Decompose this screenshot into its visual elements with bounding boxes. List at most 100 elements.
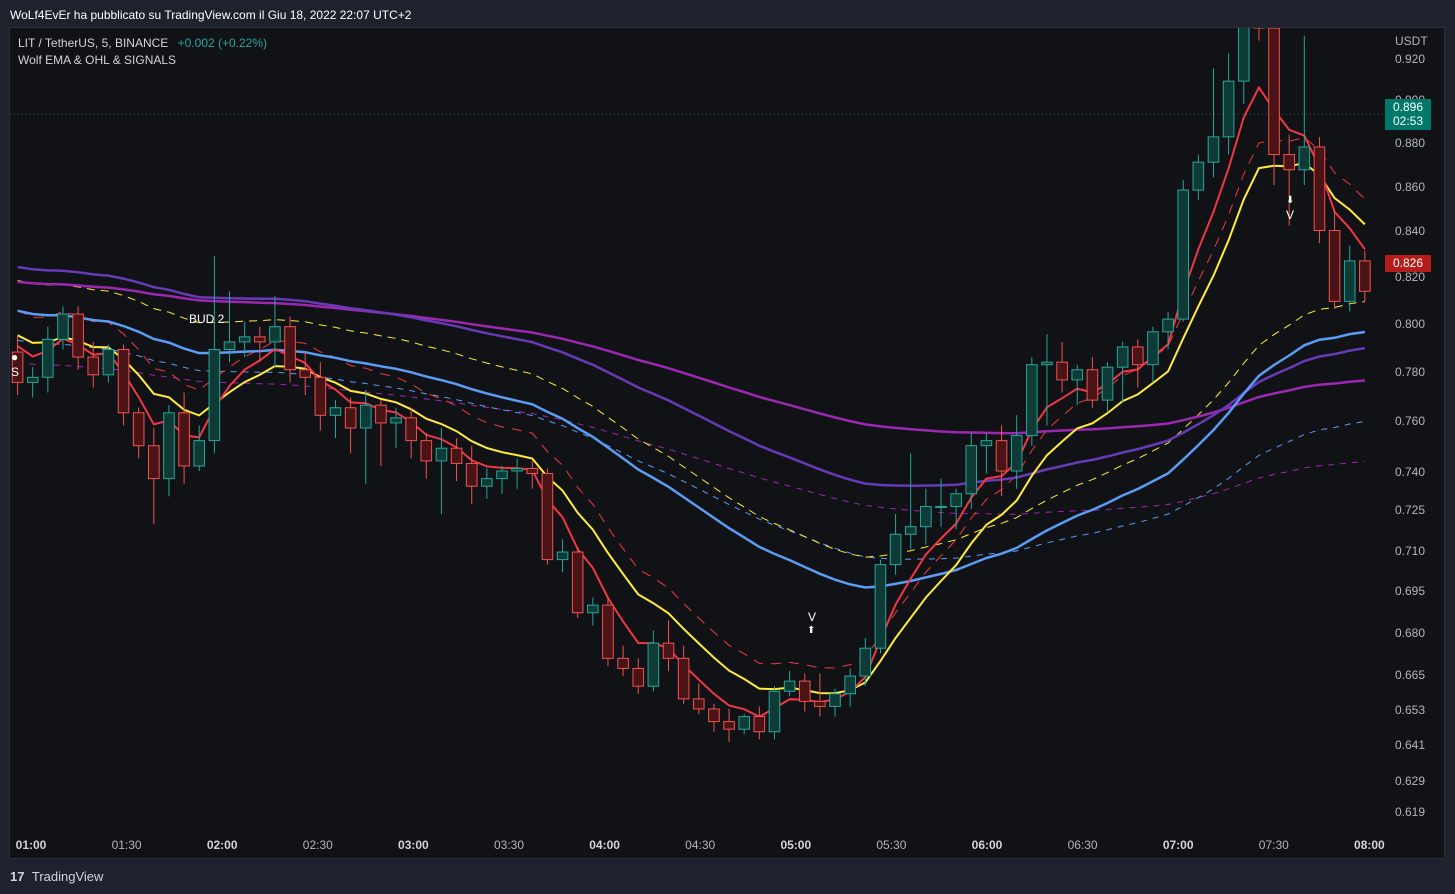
price-tick-label: 0.880 xyxy=(1395,136,1426,150)
footer-brand[interactable]: 17 TradingView xyxy=(10,869,103,884)
candle-body xyxy=(1359,260,1371,292)
price-tick-label: 0.725 xyxy=(1395,503,1426,517)
countdown-value: 02:53 xyxy=(1392,114,1424,128)
candle-body xyxy=(390,417,402,424)
candle-body xyxy=(632,667,645,687)
candle-body xyxy=(980,440,993,447)
candle-body xyxy=(738,716,750,730)
buy-signal-label: V xyxy=(808,610,817,624)
candle-body xyxy=(783,680,796,692)
candle-body xyxy=(1177,189,1190,320)
candle-body xyxy=(965,445,978,495)
price-tick-label: 0.800 xyxy=(1395,317,1426,331)
candle-body xyxy=(571,551,584,614)
candle-body xyxy=(1207,136,1220,163)
candle-body xyxy=(617,657,629,669)
candle-body xyxy=(253,336,266,343)
time-tick-label: 02:30 xyxy=(302,838,333,852)
red-price-badge: 0.826 xyxy=(1385,255,1431,272)
price-tick-label: 0.860 xyxy=(1395,180,1426,194)
candle-body xyxy=(874,564,887,649)
candle-body xyxy=(420,440,433,462)
time-tick-label: 05:00 xyxy=(780,838,812,852)
price-tick-label: 0.695 xyxy=(1395,584,1426,598)
candle-body xyxy=(1192,161,1205,191)
time-tick-label: 07:30 xyxy=(1258,838,1289,852)
time-tick-label: 03:00 xyxy=(398,838,429,852)
red-price-value: 0.826 xyxy=(1392,256,1424,270)
symbol-label[interactable]: LIT / TetherUS, 5, BINANCE xyxy=(18,36,168,50)
candle-body xyxy=(1041,361,1053,366)
candle-body xyxy=(163,412,175,480)
candle-body xyxy=(1101,366,1114,401)
candle-body xyxy=(1268,28,1280,156)
price-tick-label: 0.680 xyxy=(1395,626,1426,640)
price-tick-label: 0.760 xyxy=(1395,414,1426,428)
candle-body xyxy=(1313,146,1326,232)
candle-body xyxy=(299,369,311,378)
price-tick-label: 0.820 xyxy=(1395,270,1426,284)
candle-body xyxy=(1343,260,1356,302)
bud-label: BUD 2 xyxy=(189,312,225,326)
brand-name: TradingView xyxy=(31,869,104,884)
price-tick-label: 0.920 xyxy=(1395,52,1426,66)
candle-body xyxy=(405,417,417,442)
publish-header: WoLf4EvEr ha pubblicato su TradingView.c… xyxy=(0,0,1455,28)
candle-body xyxy=(238,336,251,343)
candle-body xyxy=(1010,435,1023,472)
time-tick-label: 02:00 xyxy=(206,838,238,852)
candle-body xyxy=(556,551,569,561)
candle-body xyxy=(72,313,84,358)
currency-label: USDT xyxy=(1395,34,1428,48)
candle-body xyxy=(1162,318,1174,333)
candle-body xyxy=(465,462,478,487)
candle-body xyxy=(1147,331,1159,366)
candle-body xyxy=(647,642,660,687)
candle-body xyxy=(223,341,236,350)
time-tick-label: 06:00 xyxy=(971,838,1003,852)
candle-body xyxy=(920,505,932,528)
candle-body xyxy=(814,700,826,707)
candle-body xyxy=(435,447,448,462)
candle-body xyxy=(102,348,115,376)
candle-body xyxy=(1328,230,1341,302)
time-tick-label: 04:00 xyxy=(589,838,620,852)
candle-body xyxy=(844,675,856,695)
price-tick-label: 0.653 xyxy=(1395,703,1426,717)
indicator-label[interactable]: Wolf EMA & OHL & SIGNALS xyxy=(18,53,176,67)
candle-body xyxy=(723,721,735,730)
price-tick-label: 0.641 xyxy=(1395,738,1426,752)
candle-body xyxy=(1056,361,1068,381)
candle-body xyxy=(904,526,917,535)
candle-body xyxy=(587,604,599,614)
candle-body xyxy=(1071,369,1084,381)
sell-signal-label-2: V xyxy=(1286,208,1295,222)
candle-body xyxy=(496,470,508,480)
price-tick-label: 0.710 xyxy=(1395,544,1426,558)
candle-body xyxy=(1116,346,1129,368)
candle-body xyxy=(662,642,675,659)
time-tick-label: 04:30 xyxy=(685,838,716,852)
last-price-value: 0.896 xyxy=(1392,100,1424,114)
last-price-badge: 0.896 02:53 xyxy=(1385,99,1431,130)
price-tick-label: 0.840 xyxy=(1395,224,1426,238)
candle-body xyxy=(1222,80,1235,138)
candle-body xyxy=(329,407,342,416)
candle-body xyxy=(42,338,54,378)
time-tick-label: 03:30 xyxy=(493,838,525,852)
time-tick-label: 07:00 xyxy=(1162,838,1194,852)
price-tick-label: 0.780 xyxy=(1395,365,1426,379)
price-plot[interactable] xyxy=(10,28,1385,833)
candle-body xyxy=(344,407,357,429)
candle-body xyxy=(753,716,766,733)
chart-legend: LIT / TetherUS, 5, BINANCE +0.002 (+0.22… xyxy=(18,35,267,69)
candle-body xyxy=(692,698,705,710)
candle-body xyxy=(541,473,554,561)
candle-body xyxy=(1086,369,1099,401)
candle-body xyxy=(829,693,841,707)
candle-body xyxy=(798,680,811,702)
candle-body xyxy=(87,356,100,376)
sell-signal-dot-icon: ● xyxy=(11,350,19,364)
candle-body xyxy=(359,404,372,429)
candle-body xyxy=(677,657,690,700)
